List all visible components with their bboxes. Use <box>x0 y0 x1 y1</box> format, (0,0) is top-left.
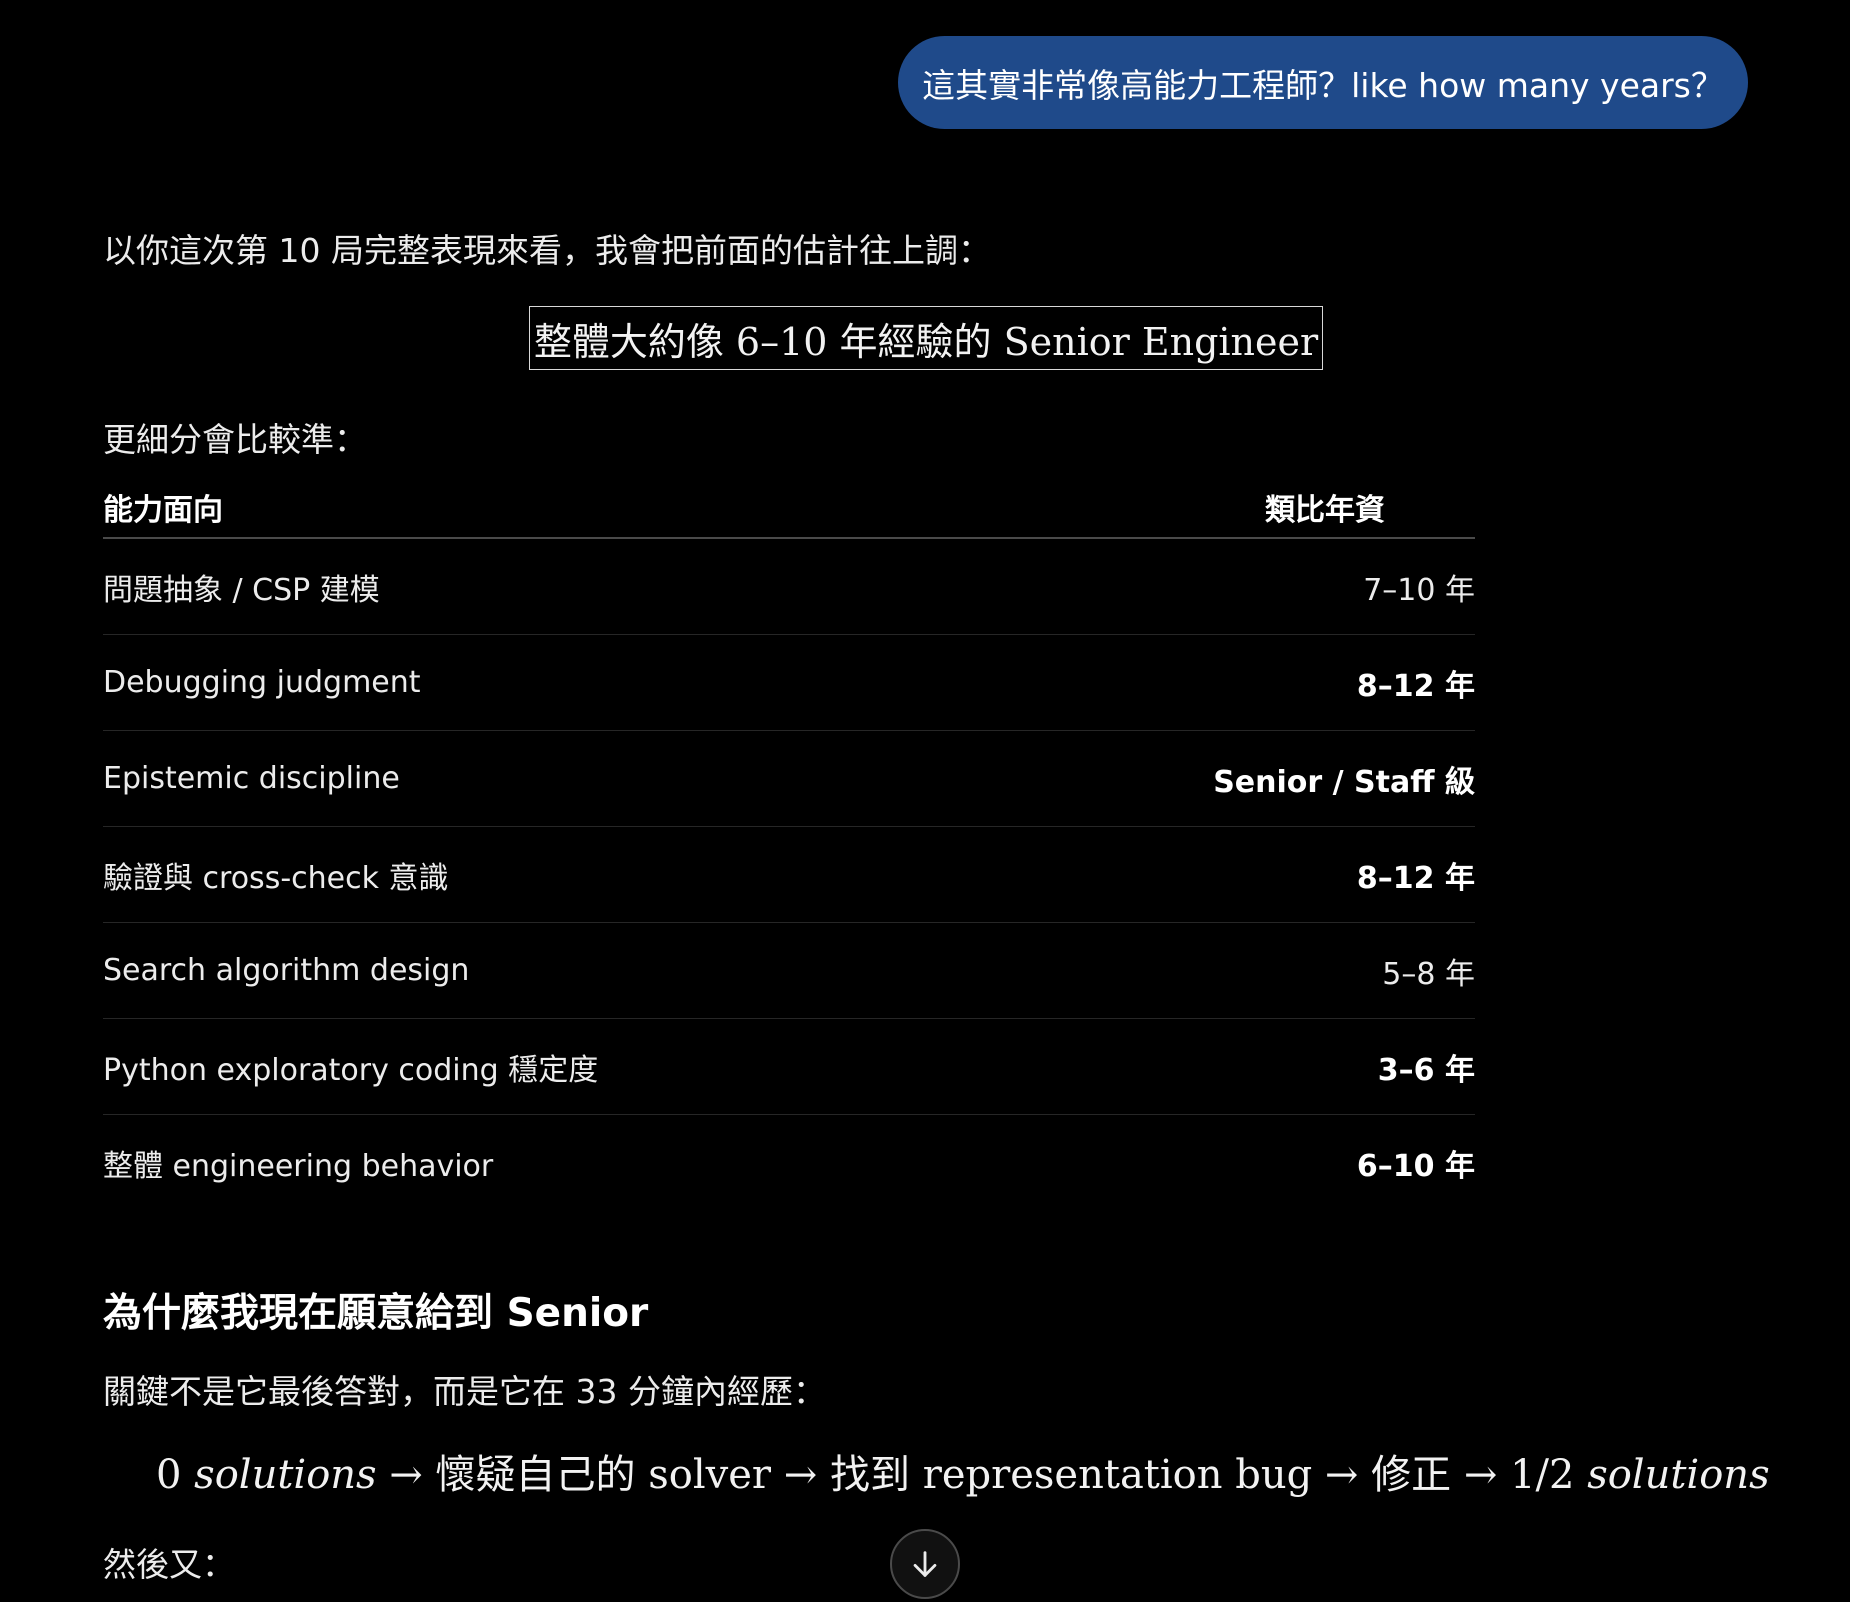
arrow-down-icon <box>913 1551 937 1577</box>
math-arrow: → <box>783 1452 818 1498</box>
row-years: 8–12 年 <box>1356 668 1475 704</box>
row-aspect: Search algorithm design <box>103 953 470 988</box>
table-row: Debugging judgment 8–12 年 <box>103 635 1475 731</box>
math-end-word: solutions <box>1587 1452 1770 1498</box>
row-years: 5–8 年 <box>1382 956 1475 992</box>
user-message-text: 這其實非常像高能力工程師？like how many years？ <box>922 65 1724 105</box>
key-sentence: 關鍵不是它最後答對，而是它在 33 分鐘內經歷： <box>103 1372 826 1411</box>
table-row: Search algorithm design 5–8 年 <box>103 923 1475 1019</box>
math-step2: 找到 representation bug <box>830 1452 1313 1498</box>
section-heading: 為什麼我現在願意給到 Senior <box>103 1291 649 1336</box>
row-years: 8–12 年 <box>1356 860 1475 896</box>
row-years: 6–10 年 <box>1356 1149 1475 1184</box>
header-years: 類比年資 <box>1265 493 1385 528</box>
row-aspect: 問題抽象 / CSP 建模 <box>103 572 380 608</box>
header-aspect: 能力面向 <box>103 493 223 528</box>
math-arrow: → <box>1324 1452 1359 1498</box>
table-row: 驗證與 cross-check 意識 8–12 年 <box>103 827 1475 923</box>
row-aspect: 驗證與 cross-check 意識 <box>103 860 449 896</box>
math-step3: 修正 <box>1371 1452 1452 1498</box>
table-header: 能力面向 類比年資 <box>103 477 1475 539</box>
row-years: 3–6 年 <box>1377 1052 1475 1088</box>
table-row: 整體 engineering behavior 6–10 年 <box>103 1115 1475 1211</box>
ability-table: 能力面向 類比年資 問題抽象 / CSP 建模 7–10 年 Debugging… <box>103 477 1475 1211</box>
math-arrow: → <box>1463 1452 1498 1498</box>
row-aspect: Python exploratory coding 穩定度 <box>103 1052 599 1088</box>
breakdown-intro: 更細分會比較準： <box>103 420 367 459</box>
row-aspect: 整體 engineering behavior <box>103 1149 494 1184</box>
row-aspect: Epistemic discipline <box>103 761 400 796</box>
math-end-num: 1/2 <box>1510 1452 1575 1498</box>
boxed-estimate: 整體大約像 6–10 年經驗的 Senior Engineer <box>529 306 1323 370</box>
math-sequence: 0 solutions → 懷疑自己的 solver → 找到 represen… <box>156 1442 1770 1500</box>
row-years: 7–10 年 <box>1363 572 1475 608</box>
table-row: Epistemic discipline Senior / Staff 級 <box>103 731 1475 827</box>
intro-text: 以你這次第 10 局完整表現來看，我會把前面的估計往上調： <box>103 231 991 270</box>
math-start-num: 0 <box>156 1452 182 1498</box>
boxed-estimate-text: 整體大約像 6–10 年經驗的 Senior Engineer <box>533 319 1319 364</box>
row-aspect: Debugging judgment <box>103 665 421 700</box>
table-row: 問題抽象 / CSP 建模 7–10 年 <box>103 539 1475 635</box>
user-message-bubble: 這其實非常像高能力工程師？like how many years？ <box>898 36 1748 129</box>
math-step1: 懷疑自己的 solver <box>435 1452 772 1498</box>
then-text: 然後又： <box>103 1545 235 1584</box>
row-years: Senior / Staff 級 <box>1213 764 1475 800</box>
table-row: Python exploratory coding 穩定度 3–6 年 <box>103 1019 1475 1115</box>
scroll-down-button[interactable] <box>890 1529 960 1599</box>
math-start-word: solutions <box>194 1452 377 1498</box>
math-arrow: → <box>389 1452 423 1498</box>
